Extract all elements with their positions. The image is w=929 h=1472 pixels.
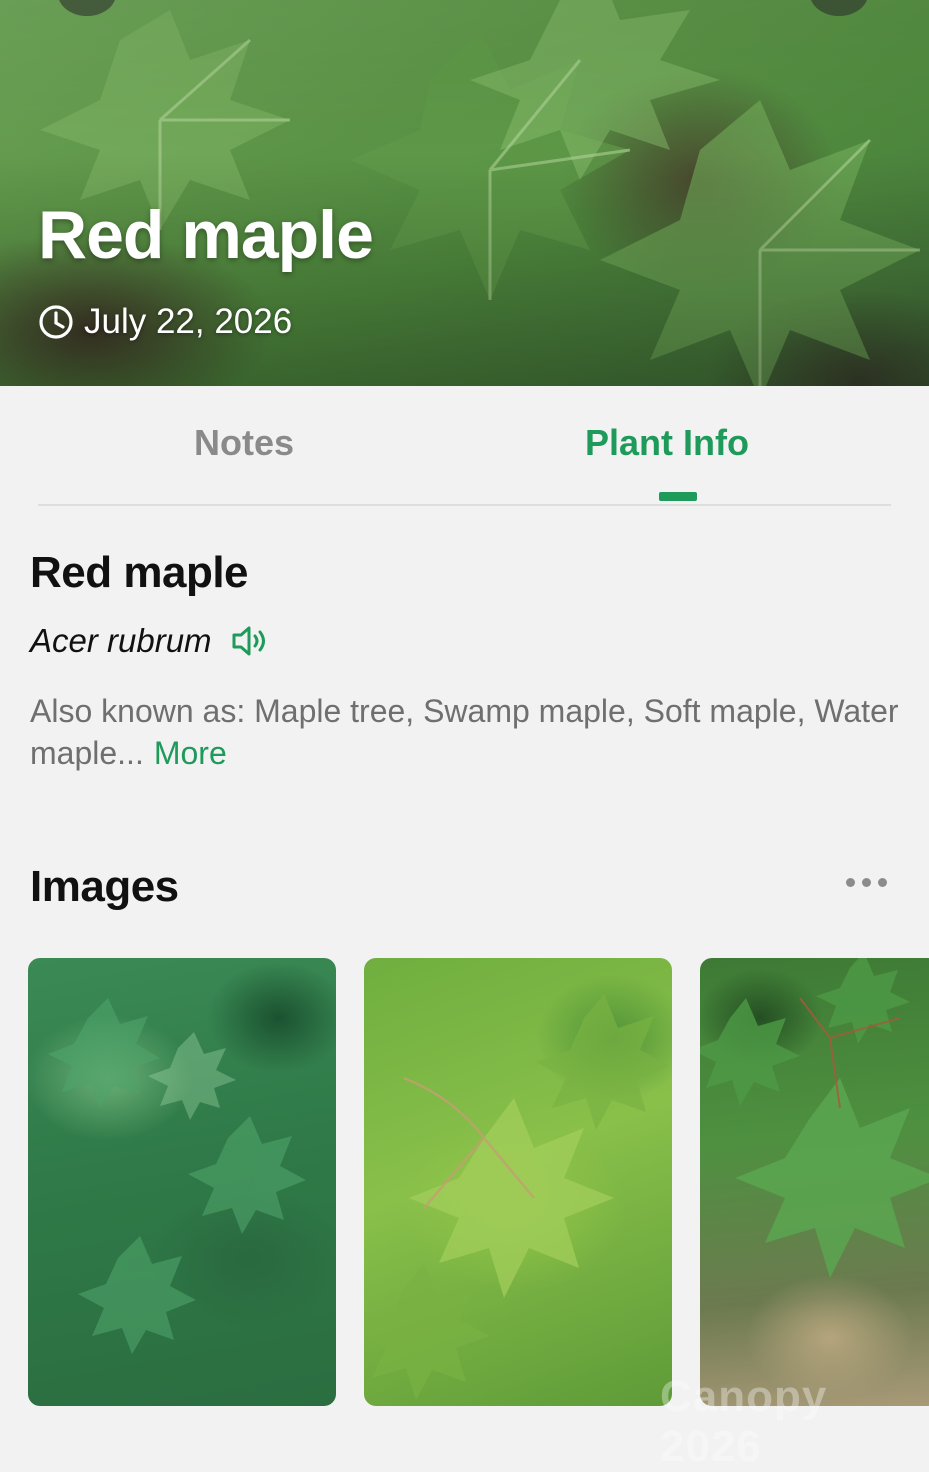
speaker-icon[interactable] xyxy=(230,624,268,658)
header-title: Red maple xyxy=(38,197,374,273)
hero-photo: Red maple July 22, 2026 xyxy=(0,0,929,386)
scientific-name: Acer rubrum xyxy=(30,622,212,659)
also-known-as: Also known as: Maple tree, Swamp maple, … xyxy=(30,690,910,774)
tab-plant-info[interactable]: Plant Info xyxy=(585,422,749,464)
header-date: July 22, 2026 xyxy=(38,302,292,342)
tab-bar: Notes Plant Info xyxy=(38,386,891,506)
image-thumbnail-3[interactable] xyxy=(700,958,929,1406)
active-tab-indicator xyxy=(659,492,697,501)
images-section-title: Images xyxy=(30,862,179,911)
tab-notes[interactable]: Notes xyxy=(194,422,294,464)
image-thumbnail-1[interactable] xyxy=(28,958,336,1406)
more-link[interactable]: More xyxy=(154,735,227,771)
clock-icon xyxy=(39,305,73,339)
scientific-name-row: Acer rubrum xyxy=(30,622,268,660)
watermark: Canopy 2026 xyxy=(660,1372,828,1471)
date-text: July 22, 2026 xyxy=(84,302,293,341)
more-dots-icon[interactable] xyxy=(846,878,887,887)
image-thumbnail-2[interactable] xyxy=(364,958,672,1406)
plant-common-name: Red maple xyxy=(30,548,249,597)
